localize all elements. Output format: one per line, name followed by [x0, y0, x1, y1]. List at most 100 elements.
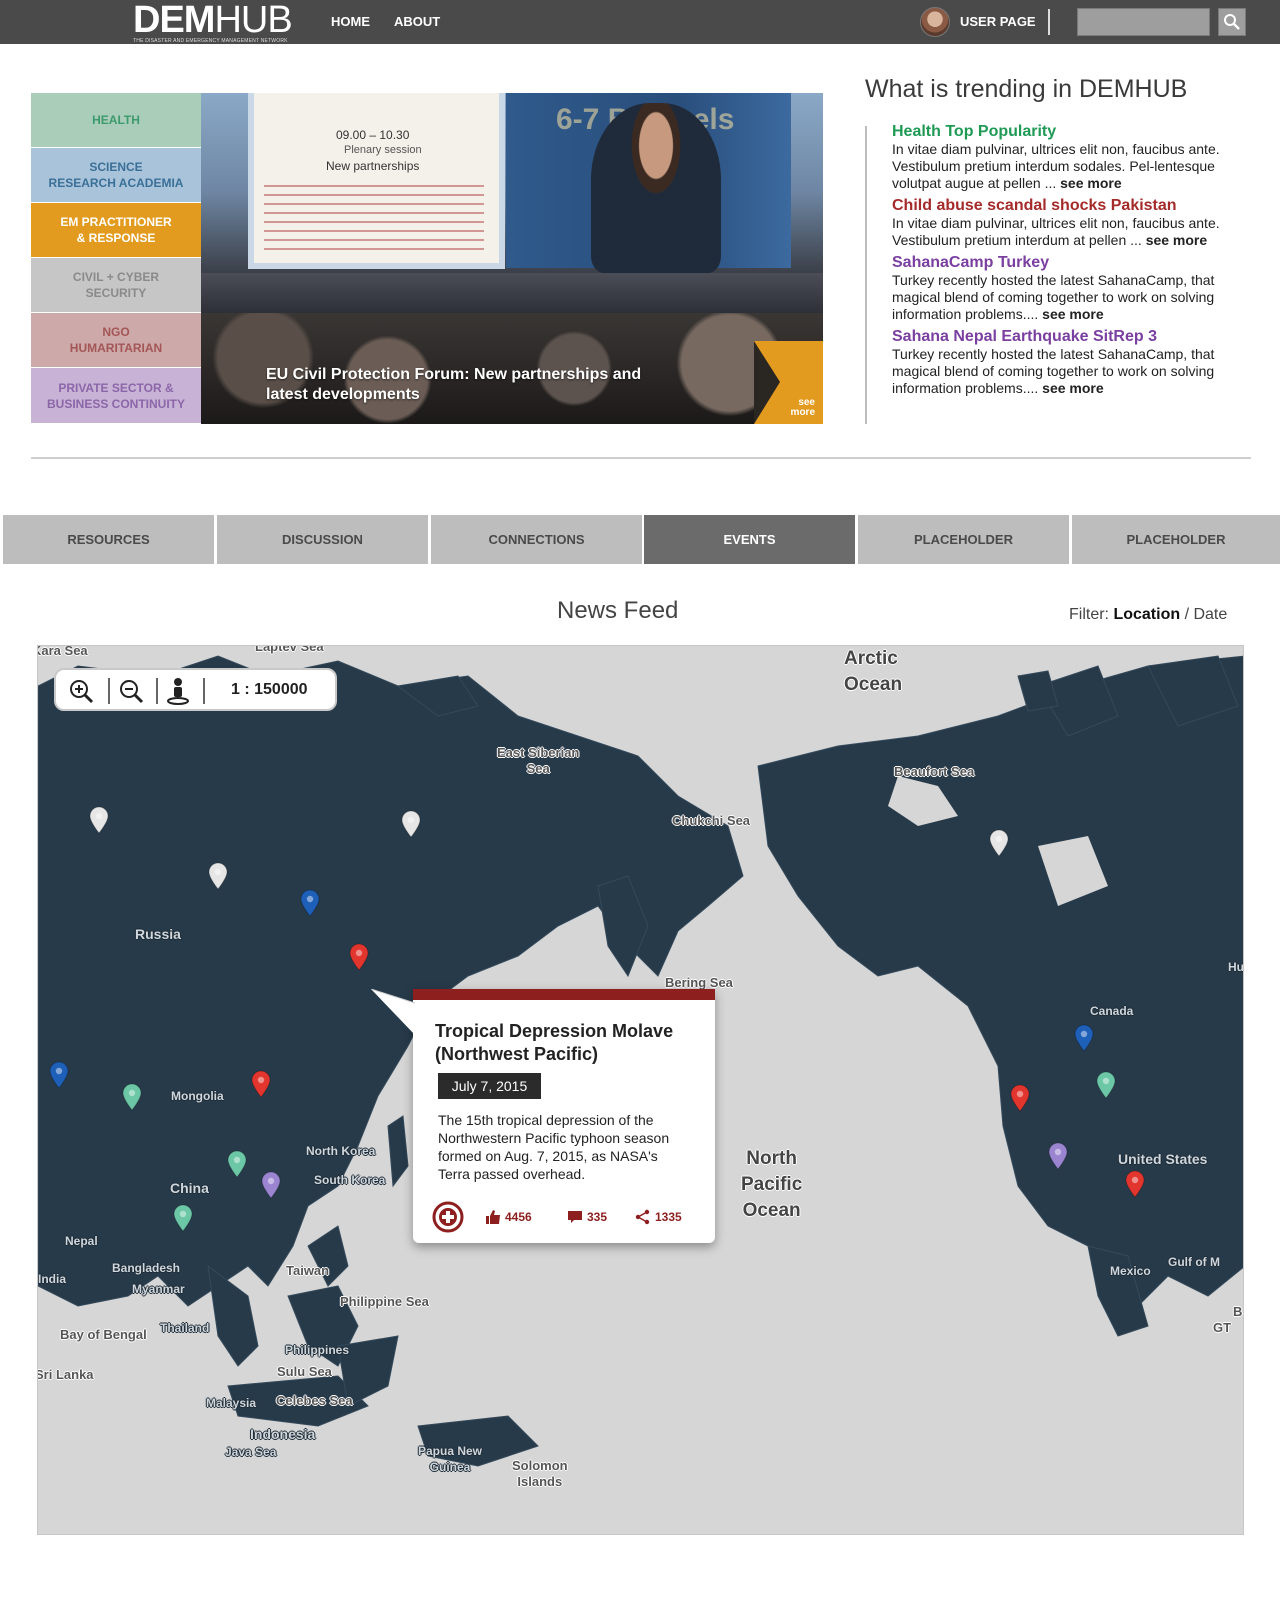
tab-events[interactable]: EVENTS [644, 515, 855, 564]
map-pin-teal[interactable] [121, 1083, 143, 1111]
share-button[interactable]: 1335 [635, 1202, 682, 1232]
hero-see-more-button[interactable]: see more [754, 341, 823, 424]
trending-headline[interactable]: Health Top Popularity [892, 122, 1227, 141]
tab-connections[interactable]: CONNECTIONS [431, 515, 642, 564]
comment-button[interactable]: 335 [567, 1202, 607, 1232]
category-private-sector[interactable]: PRIVATE SECTOR & BUSINESS CONTINUITY [31, 368, 201, 424]
category-civil-cyber[interactable]: CIVIL + CYBER SECURITY [31, 258, 201, 313]
category-ngo[interactable]: NGO HUMARITARIAN [31, 313, 201, 368]
map-pin-red[interactable] [1124, 1170, 1146, 1198]
map-pin-red[interactable] [250, 1070, 272, 1098]
map-marker-icon [300, 889, 320, 917]
like-button[interactable]: 4456 [485, 1202, 532, 1232]
see-more-link[interactable]: see more [1042, 306, 1103, 322]
user-avatar[interactable] [920, 7, 950, 37]
trending-body: Turkey recently hosted the latest Sahana… [892, 346, 1227, 397]
map-label: B [1233, 1304, 1243, 1319]
hero-speaker-figure [591, 103, 721, 273]
share-count: 1335 [655, 1210, 682, 1224]
search-input[interactable] [1077, 8, 1210, 36]
map-label: North Korea [306, 1144, 376, 1158]
filter-location-option[interactable]: Location [1113, 606, 1180, 623]
map-pin-blue[interactable] [48, 1061, 70, 1089]
top-navigation-bar: DEMHUB THE DISASTER AND EMERGENCY MANAGE… [0, 0, 1280, 44]
see-more-link[interactable]: see more [1146, 232, 1207, 248]
map-pin-white[interactable] [207, 862, 229, 890]
hero-slide-subtitle: Plenary session [344, 144, 422, 156]
map-marker-icon [251, 1070, 271, 1098]
map-marker-icon [989, 829, 1009, 857]
map-marker-icon [261, 1171, 281, 1199]
filter-separator: / [1180, 606, 1194, 623]
map-label: Mexico [1110, 1264, 1151, 1278]
map-label: United States [1118, 1151, 1208, 1167]
news-feed-title: News Feed [557, 597, 679, 624]
street-view-button[interactable] [163, 677, 193, 705]
trending-headline[interactable]: SahanaCamp Turkey [892, 253, 1227, 272]
tab-placeholder-1[interactable]: PLACEHOLDER [858, 515, 1069, 564]
map-label: Kara Sea [37, 645, 88, 658]
map-pin-purple[interactable] [1047, 1142, 1069, 1170]
hero-slider[interactable]: 09.00 – 10.30 Plenary session New partne… [201, 93, 823, 424]
nav-home-link[interactable]: HOME [331, 14, 370, 29]
map-pin-teal[interactable] [172, 1204, 194, 1232]
map-pin-teal[interactable] [226, 1150, 248, 1178]
trending-headline[interactable]: Sahana Nepal Earthquake SitRep 3 [892, 327, 1227, 346]
map-pin-blue[interactable] [1073, 1024, 1095, 1052]
map-marker-icon [349, 943, 369, 971]
map-pin-white[interactable] [988, 829, 1010, 857]
map-label: North Pacific Ocean [741, 1148, 803, 1221]
trending-item: Sahana Nepal Earthquake SitRep 3 Turkey … [892, 327, 1227, 397]
trending-headline[interactable]: Child abuse scandal shocks Pakistan [892, 196, 1227, 215]
see-more-link[interactable]: see more [1060, 175, 1121, 191]
hero-caption: EU Civil Protection Forum: New partnersh… [266, 366, 642, 403]
popup-title: Tropical Depression Molave (Northwest Pa… [435, 1021, 674, 1064]
nav-about-link[interactable]: ABOUT [394, 14, 440, 29]
tab-discussion[interactable]: DISCUSSION [217, 515, 428, 564]
event-popup[interactable]: Tropical Depression Molave (Northwest Pa… [371, 989, 715, 1243]
map-pin-red[interactable] [348, 943, 370, 971]
zoom-out-button[interactable] [116, 677, 146, 705]
filter-date-option[interactable]: Date [1193, 606, 1227, 623]
category-science-research[interactable]: SCIENCE RESEARCH ACADEMIA [31, 148, 201, 203]
map-pin-white[interactable] [400, 810, 422, 838]
logo-bold-text: DEM [133, 0, 215, 41]
map-marker-icon [208, 862, 228, 890]
map-marker-icon [122, 1083, 142, 1111]
map-pin-teal[interactable] [1095, 1071, 1117, 1099]
map-pin-red[interactable] [1009, 1084, 1031, 1112]
map-label: Malaysia [206, 1396, 257, 1410]
map-marker-icon [49, 1061, 69, 1089]
category-em-practitioner[interactable]: EM PRACTITIONER & RESPONSE [31, 203, 201, 258]
logo-wordmark: DEMHUB [133, 0, 293, 41]
map-label: Mongolia [171, 1089, 224, 1103]
map-label: Chukchi Sea [672, 813, 751, 828]
section-divider [31, 457, 1251, 459]
hero-see-more-label: see more [790, 397, 815, 418]
zoom-in-button[interactable] [66, 677, 96, 705]
logo-tagline: THE DISASTER AND EMERGENCY MANAGEMENT NE… [133, 38, 288, 44]
user-page-link[interactable]: USER PAGE [960, 14, 1036, 29]
map-label: Hu [1228, 960, 1244, 974]
map-label: Java Sea [225, 1445, 277, 1459]
see-more-link[interactable]: see more [1042, 380, 1103, 396]
add-button[interactable] [432, 1201, 464, 1233]
map-label: GT [1213, 1320, 1232, 1335]
tab-resources[interactable]: RESOURCES [3, 515, 214, 564]
map-scale: 1 : 150000 [231, 681, 308, 698]
search-button[interactable] [1218, 8, 1246, 36]
map-label: East Siberian Sea [497, 745, 580, 776]
map-label: Philippine Sea [340, 1294, 429, 1309]
map-pin-white[interactable] [88, 806, 110, 834]
trending-body: In vitae diam pulvinar, ultrices elit no… [892, 215, 1227, 249]
map-pin-purple[interactable] [260, 1171, 282, 1199]
map-pin-blue[interactable] [299, 889, 321, 917]
trending-body: Turkey recently hosted the latest Sahana… [892, 272, 1227, 323]
topbar-divider [1048, 9, 1050, 35]
news-map[interactable]: Kara Sea Laptev Sea Arctic Ocean East Si… [37, 645, 1244, 1535]
map-label: Solomon Islands [512, 1458, 568, 1489]
tab-placeholder-2[interactable]: PLACEHOLDER [1072, 515, 1280, 564]
category-health[interactable]: HEALTH [31, 93, 201, 148]
map-marker-icon [1010, 1084, 1030, 1112]
hero-slide-text-lines [264, 178, 484, 257]
